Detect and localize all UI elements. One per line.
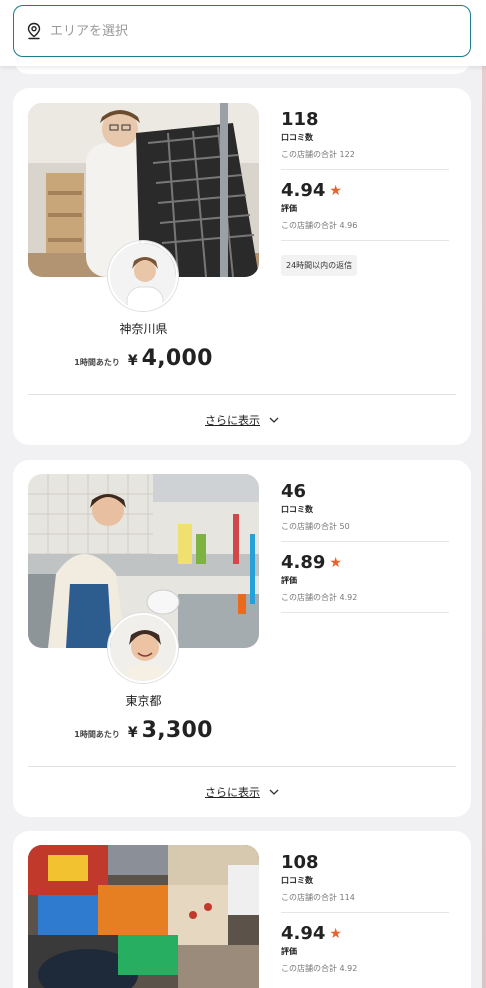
store-review-total: この店舗の合計 114 — [281, 893, 355, 902]
card-divider — [28, 766, 456, 767]
show-more-button[interactable]: さらに表示 — [13, 412, 471, 428]
store-rating-total: この店舗の合計 4.92 — [281, 964, 358, 973]
star-icon: ★ — [329, 183, 342, 199]
listing-stats: 118 口コミ数 この店舗の合計 122 4.94 ★ 評価 この店舗の合計 4… — [281, 108, 449, 276]
review-count-label: 口コミ数 — [281, 876, 313, 885]
rating-row: 4.94 ★ — [281, 179, 449, 203]
store-review-total: この店舗の合計 50 — [281, 522, 350, 531]
rating-value: 4.94 — [281, 923, 326, 944]
show-more-label: さらに表示 — [205, 414, 260, 427]
stat-divider — [281, 612, 449, 613]
search-header — [0, 0, 486, 66]
star-icon: ★ — [329, 926, 342, 942]
rating-value: 4.89 — [281, 552, 326, 573]
show-more-label: さらに表示 — [205, 786, 260, 799]
listing-location: 神奈川県 — [119, 322, 168, 336]
listing-stats: 46 口コミ数 この店舗の合計 50 4.89 ★ 評価 この店舗の合計 4.9… — [281, 480, 449, 622]
price-unit: 1時間あたり — [74, 730, 120, 739]
host-avatar-image — [110, 615, 176, 681]
rating-label: 評価 — [281, 576, 297, 585]
listing-stats: 108 口コミ数 この店舗の合計 114 4.94 ★ 評価 この店舗の合計 4… — [281, 851, 449, 974]
currency-symbol: ¥ — [127, 725, 138, 741]
price-row: 1時間あたり ¥ 4,000 — [28, 346, 259, 371]
store-review-total: この店舗の合計 122 — [281, 150, 355, 159]
listing-card[interactable]: 東京都 1時間あたり ¥ 3,300 46 口コミ数 この店舗の合計 50 4.… — [13, 460, 471, 817]
hourly-price: 3,300 — [141, 718, 213, 743]
store-rating-total: この店舗の合計 4.96 — [281, 221, 358, 230]
rating-label: 評価 — [281, 947, 297, 956]
listing-location: 東京都 — [125, 694, 162, 708]
stat-divider — [281, 541, 449, 542]
review-count-label: 口コミ数 — [281, 505, 313, 514]
price-row: 1時間あたり ¥ 3,300 — [28, 718, 259, 743]
stat-divider — [281, 240, 449, 241]
chevron-down-icon — [269, 417, 279, 423]
rating-row: 4.94 ★ — [281, 922, 449, 946]
host-avatar-image — [110, 243, 176, 309]
page-edge — [482, 66, 486, 988]
chevron-down-icon — [269, 789, 279, 795]
area-search-field[interactable] — [13, 5, 471, 57]
map-pin-icon — [27, 22, 41, 40]
area-search-input[interactable] — [50, 23, 450, 39]
host-avatar — [108, 613, 178, 683]
stat-divider — [281, 912, 449, 913]
card-divider — [28, 394, 456, 395]
rating-label: 評価 — [281, 204, 297, 213]
price-unit: 1時間あたり — [74, 358, 120, 367]
review-count: 46 — [281, 481, 307, 502]
rating-value: 4.94 — [281, 180, 326, 201]
listing-photo[interactable] — [28, 845, 259, 988]
review-count: 108 — [281, 852, 319, 873]
listing-photo-image — [28, 845, 259, 988]
currency-symbol: ¥ — [127, 353, 138, 369]
host-avatar — [108, 241, 178, 311]
show-more-button[interactable]: さらに表示 — [13, 784, 471, 800]
star-icon: ★ — [329, 555, 342, 571]
response-time-badge: 24時間以内の返信 — [281, 255, 358, 276]
rating-row: 4.89 ★ — [281, 551, 449, 575]
review-count-label: 口コミ数 — [281, 133, 313, 142]
hourly-price: 4,000 — [141, 346, 213, 371]
listing-card[interactable]: 108 口コミ数 この店舗の合計 114 4.94 ★ 評価 この店舗の合計 4… — [13, 831, 471, 988]
review-count: 118 — [281, 109, 319, 130]
listing-card[interactable]: 神奈川県 1時間あたり ¥ 4,000 118 口コミ数 この店舗の合計 122… — [13, 88, 471, 445]
stat-divider — [281, 169, 449, 170]
store-rating-total: この店舗の合計 4.92 — [281, 593, 358, 602]
